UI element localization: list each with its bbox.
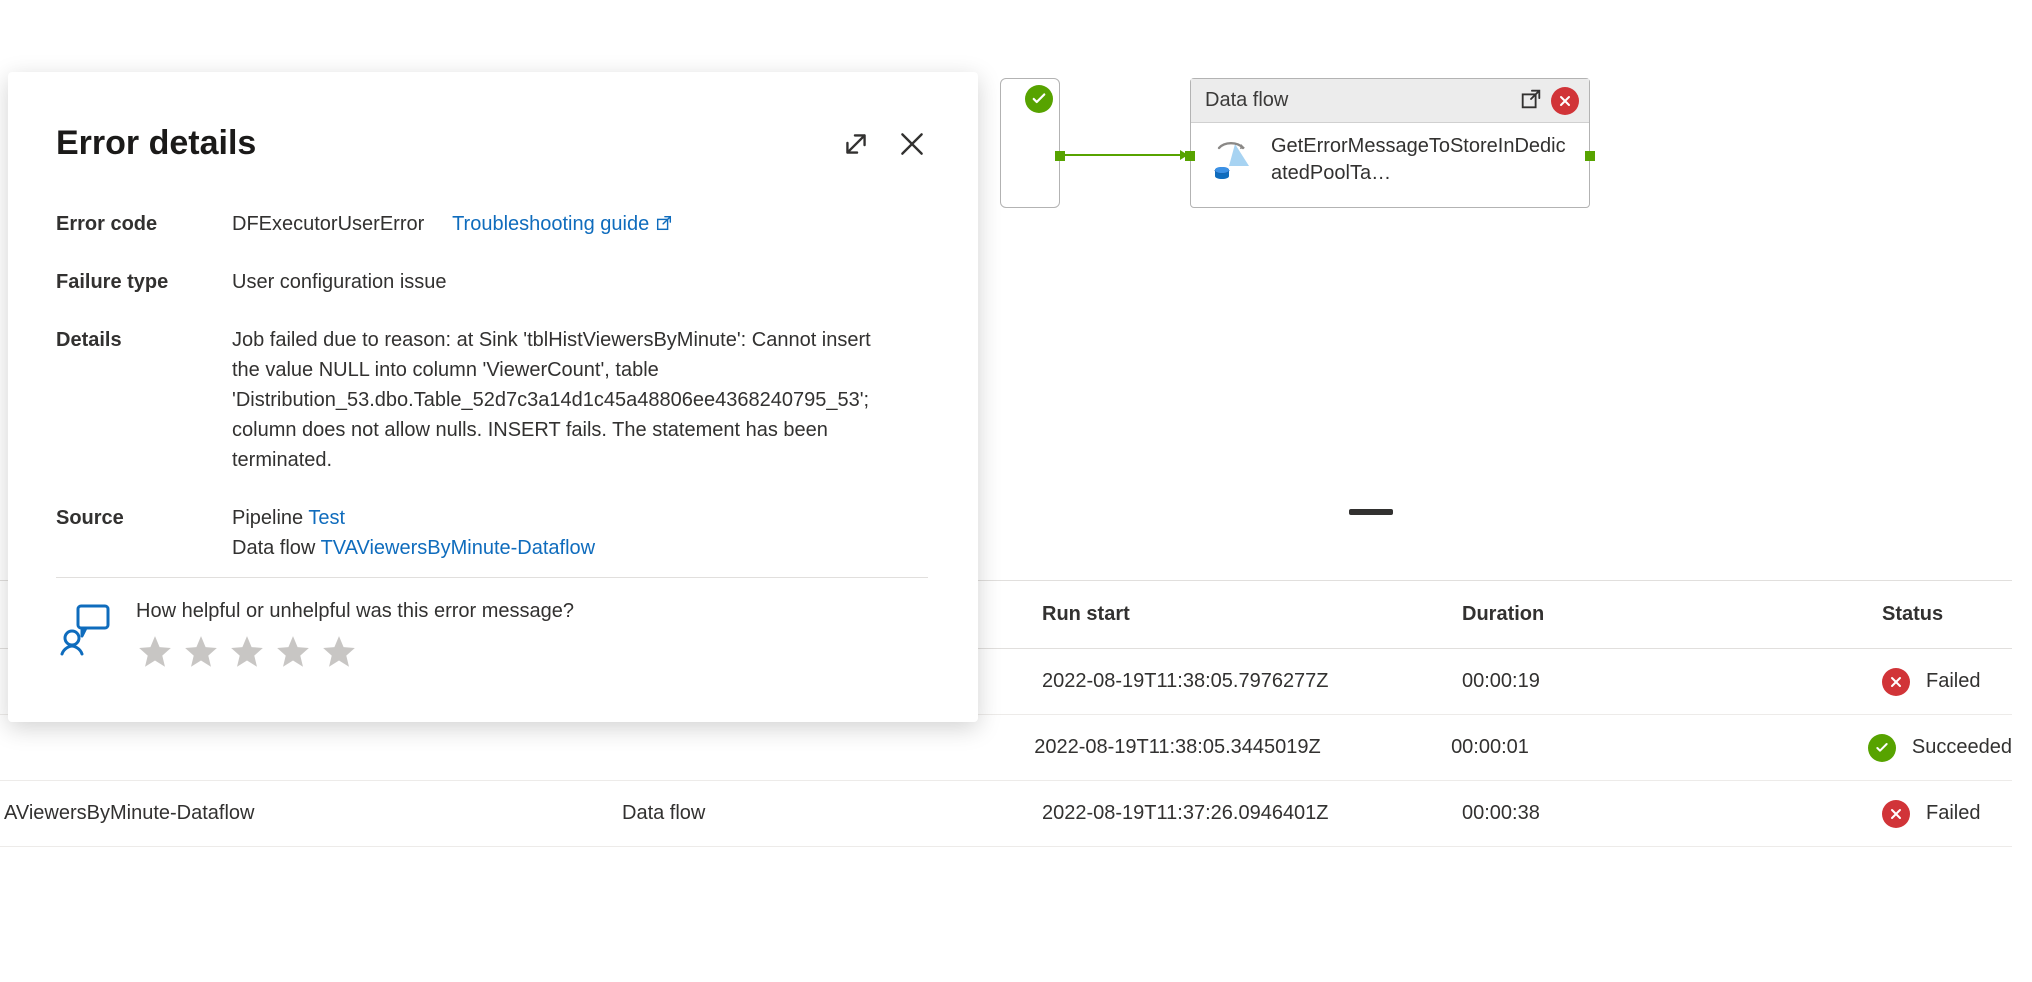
panel-resize-handle[interactable] [1349,509,1393,515]
open-in-new-icon[interactable] [1519,87,1543,114]
feedback-section: How helpful or unhelpful was this error … [56,600,928,674]
failure-type-label: Failure type [56,267,232,297]
feedback-question: How helpful or unhelpful was this error … [136,600,574,623]
details-label: Details [56,325,232,475]
col-header-duration[interactable]: Duration [1462,603,1882,626]
feedback-stars [136,633,574,674]
output-port[interactable] [1585,151,1595,161]
cell-duration: 00:00:19 [1462,670,1882,693]
external-link-icon [655,209,673,239]
cell-status: Failed [1926,802,1980,825]
status-succeeded-icon [1868,734,1896,762]
failure-type-value: User configuration issue [232,267,447,297]
cell-run-start: 2022-08-19T11:38:05.7976277Z [1042,670,1462,693]
cell-duration: 00:00:38 [1462,802,1882,825]
star-4[interactable] [274,633,312,674]
source-dataflow-link[interactable]: TVAViewersByMinute-Dataflow [321,537,596,559]
star-1[interactable] [136,633,174,674]
cell-activity-name: AViewersByMinute-Dataflow [0,802,622,825]
success-icon [1025,85,1053,113]
details-value: Job failed due to reason: at Sink 'tblHi… [232,325,892,475]
dataflow-activity-node[interactable]: Data flow GetErrorMessageToStoreInDedica… [1190,78,1590,208]
cell-duration: 00:00:01 [1451,736,1868,759]
error-code-value: DFExecutorUserError [232,213,424,235]
star-5[interactable] [320,633,358,674]
status-failed-icon [1882,668,1910,696]
cell-run-start: 2022-08-19T11:37:26.0946401Z [1042,802,1462,825]
troubleshooting-guide-link[interactable]: Troubleshooting guide [452,209,673,239]
source-dataflow-prefix: Data flow [232,537,321,559]
source-pipeline-prefix: Pipeline [232,507,308,529]
input-port[interactable] [1185,151,1195,161]
cell-status: Failed [1926,670,1980,693]
feedback-person-icon [56,600,112,659]
star-3[interactable] [228,633,266,674]
dataflow-icon [1205,134,1255,187]
upstream-activity-node[interactable] [1000,78,1060,208]
close-icon[interactable] [896,128,928,160]
activity-name: GetErrorMessageToStoreInDedicatedPoolTa… [1271,133,1575,187]
connector-success [1058,154,1186,156]
table-row[interactable]: 2022-08-19T11:38:05.3445019Z 00:00:01 Su… [0,715,2012,781]
col-header-run-start[interactable]: Run start [1042,603,1462,626]
cell-status: Succeeded [1912,736,2012,759]
source-pipeline-link[interactable]: Test [308,507,345,529]
star-2[interactable] [182,633,220,674]
cell-activity-type: Data flow [622,802,1042,825]
error-icon[interactable] [1551,87,1579,115]
error-details-panel: Error details Error code DFExecutorUserE… [8,72,978,722]
col-header-status[interactable]: Status [1882,603,2012,626]
source-label: Source [56,503,232,563]
cell-run-start: 2022-08-19T11:38:05.3445019Z [1034,736,1451,759]
expand-icon[interactable] [840,128,872,160]
status-failed-icon [1882,800,1910,828]
node-header-label: Data flow [1205,89,1511,112]
error-code-label: Error code [56,209,232,239]
panel-title: Error details [56,124,840,163]
table-row[interactable]: AViewersByMinute-Dataflow Data flow 2022… [0,781,2012,847]
output-port[interactable] [1055,151,1065,161]
